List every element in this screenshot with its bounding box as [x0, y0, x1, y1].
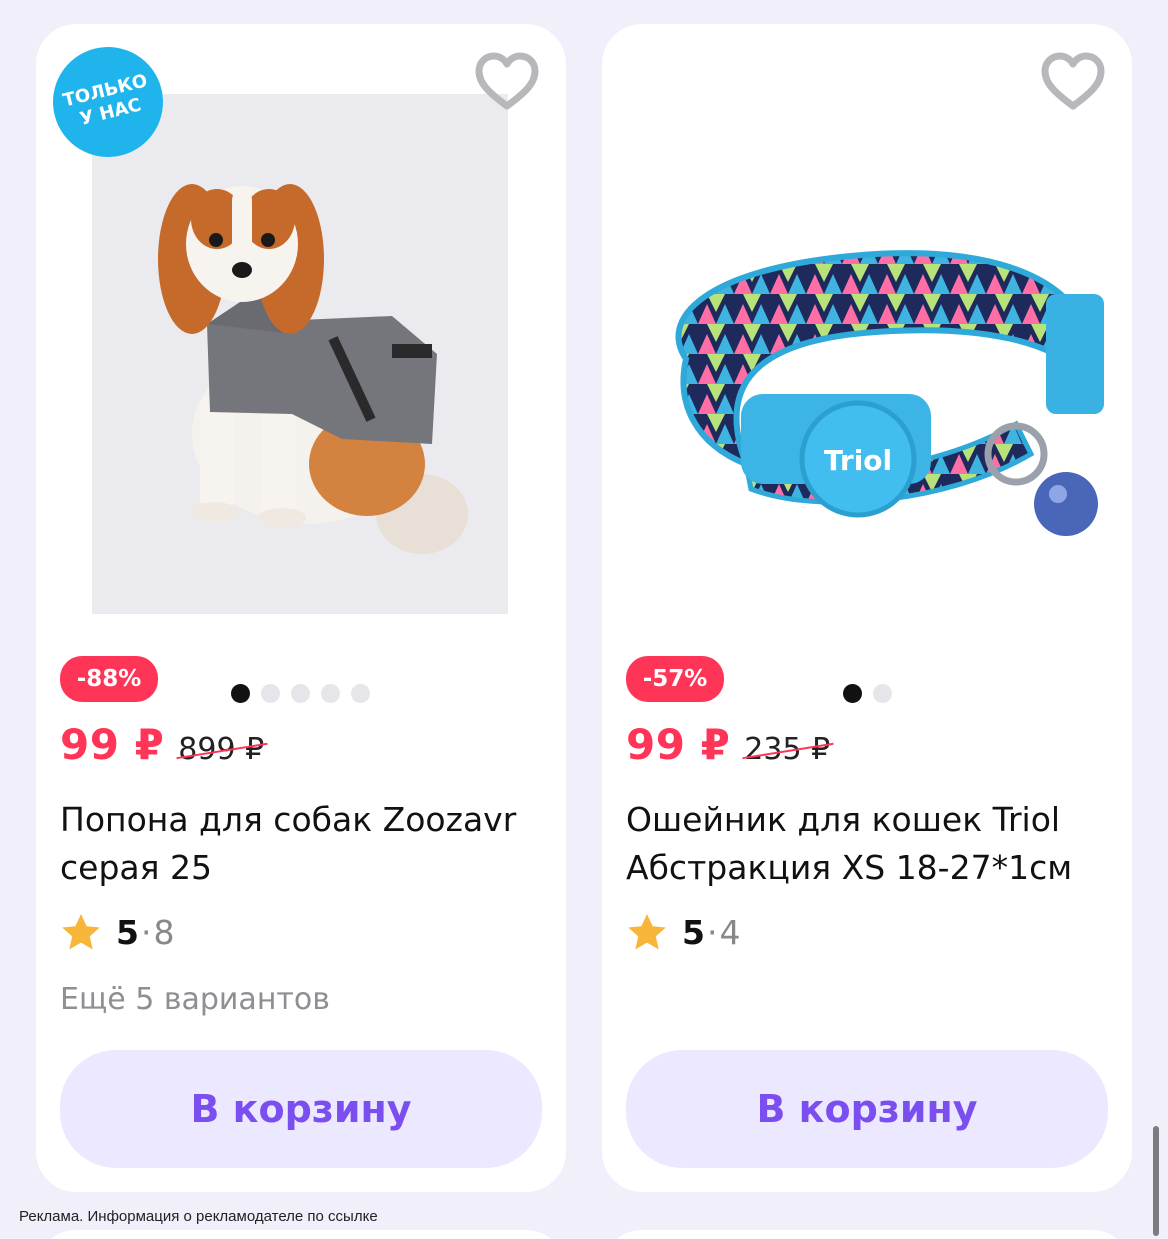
next-product-card[interactable] [36, 1230, 566, 1239]
rating: 5 · 8 [60, 910, 174, 954]
rating: 5 · 4 [626, 910, 740, 954]
favorite-button[interactable] [474, 52, 540, 112]
old-price: 899 ₽ [178, 732, 265, 767]
rating-separator: · [706, 912, 718, 952]
discount-badge: -57% [626, 656, 724, 702]
product-card[interactable]: Triol -57% 99 ₽ 235 ₽ Ошейник для кошек … [602, 24, 1132, 1192]
pagination-dot[interactable] [321, 684, 340, 703]
product-title[interactable]: Ошейник для кошек Triol Абстракция XS 18… [626, 796, 1116, 892]
rating-score: 5 [116, 912, 139, 952]
old-price: 235 ₽ [744, 732, 831, 767]
pagination-dot-active[interactable] [231, 684, 250, 703]
product-feed: Только у нас [0, 0, 1168, 1239]
scrollbar-thumb[interactable] [1153, 1126, 1159, 1236]
rating-separator: · [140, 912, 152, 952]
heart-outline-icon [1041, 52, 1105, 110]
favorite-button[interactable] [1040, 52, 1106, 112]
price-row: 99 ₽ 235 ₽ [626, 720, 830, 780]
image-pagination [231, 684, 370, 703]
product-image[interactable] [92, 94, 508, 614]
current-price: 99 ₽ [60, 720, 165, 769]
discount-badge: -88% [60, 656, 158, 702]
product-title[interactable]: Попона для собак Zoozavr серая 25 [60, 796, 550, 892]
review-count: 8 [153, 912, 175, 952]
more-variants-link[interactable]: Ещё 5 вариантов [60, 982, 330, 1017]
star-icon [628, 914, 666, 950]
image-pagination [843, 684, 892, 703]
pagination-dot[interactable] [351, 684, 370, 703]
ad-disclosure[interactable]: Реклама. Информация о рекламодателе по с… [19, 1208, 378, 1225]
star-icon [62, 914, 100, 950]
pagination-dot[interactable] [261, 684, 280, 703]
pagination-dot[interactable] [291, 684, 310, 703]
price-row: 99 ₽ 899 ₽ [60, 720, 264, 780]
pagination-dot[interactable] [873, 684, 892, 703]
current-price: 99 ₽ [626, 720, 731, 769]
review-count: 4 [719, 912, 741, 952]
add-to-cart-button[interactable]: В корзину [60, 1050, 542, 1168]
pagination-dot-active[interactable] [843, 684, 862, 703]
next-product-card[interactable] [602, 1230, 1132, 1239]
cat-collar-image: Triol [675, 250, 1104, 536]
dog-in-coat-image [92, 94, 508, 614]
product-image[interactable]: Triol [626, 144, 1108, 564]
add-to-cart-button[interactable]: В корзину [626, 1050, 1108, 1168]
heart-outline-icon [475, 52, 539, 110]
product-card[interactable]: Только у нас [36, 24, 566, 1192]
rating-score: 5 [682, 912, 705, 952]
buckle-brand-text: Triol [824, 444, 892, 477]
